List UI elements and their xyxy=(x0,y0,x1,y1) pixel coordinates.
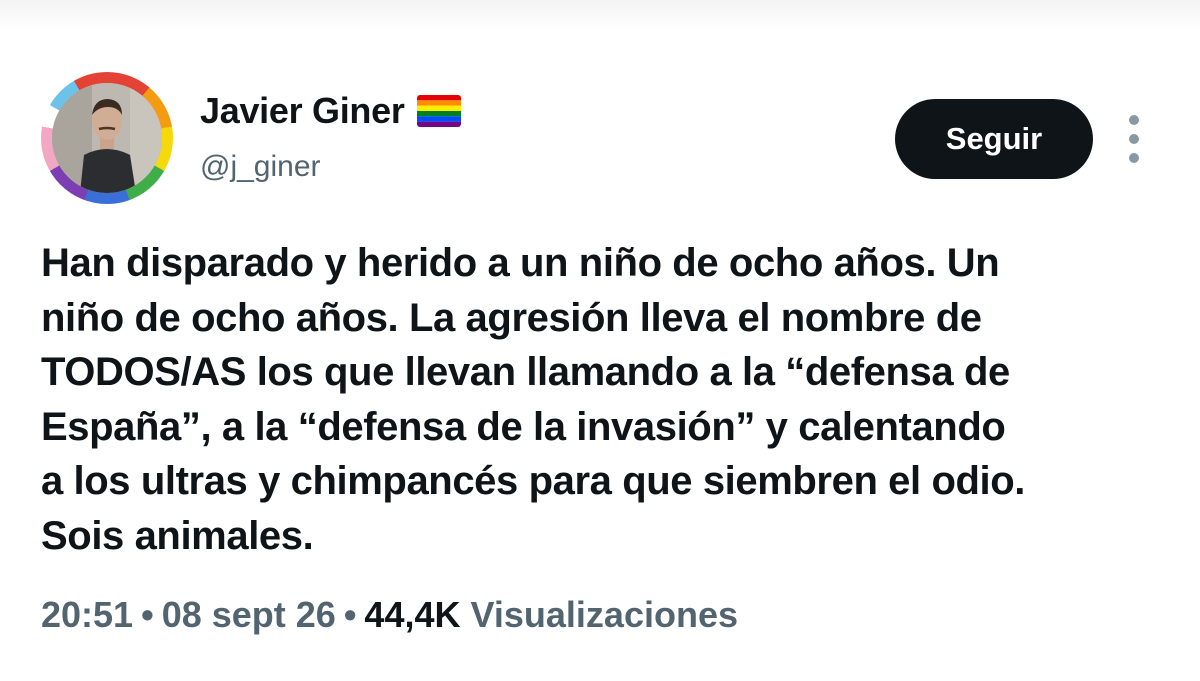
meta-separator: • xyxy=(343,594,357,635)
author-display-name[interactable]: Javier Giner xyxy=(200,90,405,132)
avatar-photo xyxy=(52,83,162,193)
tweet-meta: 20:51 • 08 sept 26 • 44,4K Visualizaciones xyxy=(41,594,738,636)
tweet-text-line: a los ultras y chimpancés para que siemb… xyxy=(41,459,1025,503)
tweet-date[interactable]: 08 sept 26 xyxy=(162,594,336,635)
views-label: Visualizaciones xyxy=(470,594,738,635)
tweet-card: Javier Giner @j_giner Seguir Han dispara… xyxy=(0,0,1200,681)
more-vertical-icon[interactable] xyxy=(1120,115,1148,163)
follow-button[interactable]: Seguir xyxy=(895,99,1093,179)
tweet-text-line: Han disparado y herido a un niño de ocho… xyxy=(41,241,1000,285)
tweet-time[interactable]: 20:51 xyxy=(41,594,133,635)
views-count: 44,4K xyxy=(364,594,461,635)
tweet-text: Han disparado y herido a un niño de ocho… xyxy=(41,236,1171,563)
tweet-text-line: Sois animales. xyxy=(41,513,314,558)
meta-separator: • xyxy=(141,594,154,635)
author-name-row: Javier Giner xyxy=(200,88,461,134)
author-handle[interactable]: @j_giner xyxy=(200,150,321,184)
rainbow-flag-icon xyxy=(416,95,461,127)
tweet-text-line: España”, a la “defensa de la invasión” y… xyxy=(41,404,1006,449)
avatar[interactable] xyxy=(41,72,173,204)
tweet-text-line: niño de ocho años. La agresión lleva el … xyxy=(41,295,982,340)
tweet-text-line: TODOS/AS los que llevan llamando a la “d… xyxy=(41,350,1010,394)
